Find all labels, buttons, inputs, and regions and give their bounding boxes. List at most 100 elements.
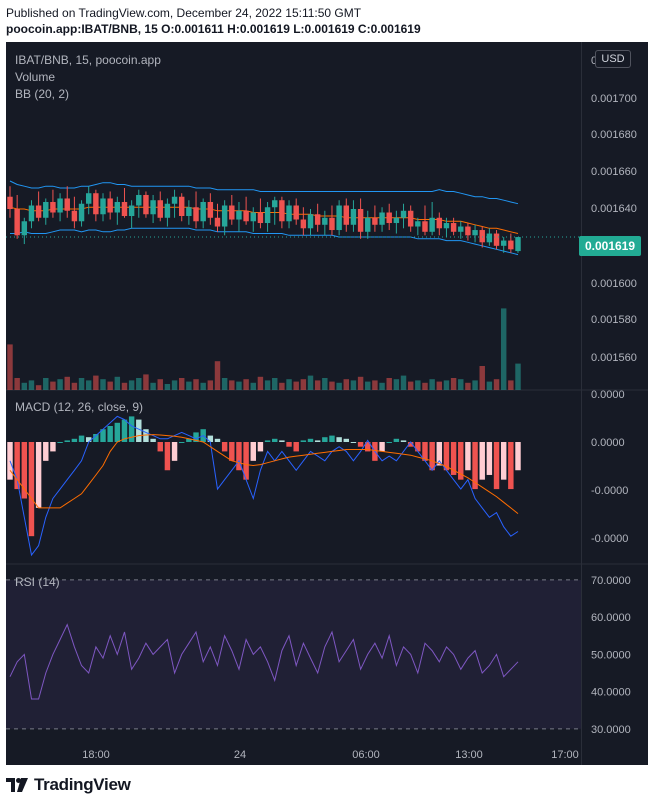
macd-histogram-bar <box>493 442 500 490</box>
candle-body <box>236 210 242 220</box>
candle-body <box>93 193 99 215</box>
macd-histogram-bar <box>279 440 285 442</box>
volume-legend[interactable]: Volume <box>15 70 55 84</box>
macd-tick-label: 0.0000 <box>591 437 625 449</box>
rsi-tick-label: 50.0000 <box>591 649 631 661</box>
candle-body <box>486 233 493 243</box>
candle-body <box>229 205 235 220</box>
candle-body <box>50 201 56 213</box>
candle-body <box>458 226 464 232</box>
candle-body <box>57 198 63 213</box>
candle-body <box>500 240 507 246</box>
candle-body <box>71 210 78 222</box>
volume-bar <box>307 375 314 390</box>
currency-button[interactable]: USD <box>595 50 631 68</box>
candle-body <box>214 217 221 227</box>
volume-bar <box>221 378 228 390</box>
volume-bar <box>508 380 514 390</box>
candle-body <box>515 237 521 252</box>
volume-bar <box>343 379 350 390</box>
candle-body <box>436 217 443 229</box>
candle-body <box>85 193 92 204</box>
macd-tick-label: -0.0000 <box>591 485 628 497</box>
tradingview-logo-text[interactable]: TradingView <box>34 775 131 795</box>
candle-body <box>114 201 121 213</box>
macd-histogram-bar <box>57 442 63 443</box>
volume-bar <box>171 380 178 390</box>
macd-histogram-bar <box>136 419 142 442</box>
volume-bar <box>264 380 271 390</box>
candle-body <box>14 209 20 236</box>
volume-bar <box>107 381 113 390</box>
bb-legend[interactable]: BB (20, 2) <box>15 87 69 101</box>
candle-body <box>314 214 321 225</box>
macd-histogram-bar <box>350 442 357 443</box>
macd-histogram-bar <box>221 442 228 452</box>
volume-bar <box>85 380 92 390</box>
macd-histogram-bar <box>21 442 28 499</box>
volume-bar <box>479 366 485 390</box>
price-tick-label: 0.001560 <box>591 352 637 364</box>
volume-bar <box>329 381 335 390</box>
volume-bar <box>450 378 457 390</box>
candle-body <box>407 210 414 227</box>
macd-histogram-bar <box>357 442 364 447</box>
candle-body <box>64 198 70 211</box>
volume-bar <box>78 378 85 390</box>
footer: TradingView <box>6 770 131 800</box>
volume-bar <box>128 380 135 390</box>
volume-bar <box>35 385 42 390</box>
price-tick-label: 0.001600 <box>591 278 637 290</box>
candle-body <box>329 217 335 231</box>
candle-body <box>386 212 392 224</box>
price-tick-label: 0.001660 <box>591 166 637 178</box>
volume-bar <box>7 344 13 390</box>
volume-bar <box>286 379 292 390</box>
candle-body <box>200 201 206 222</box>
volume-bar <box>300 379 307 390</box>
candle-body <box>7 196 13 209</box>
macd-histogram-bar <box>515 442 521 471</box>
volume-bar <box>243 379 249 390</box>
macd-histogram-bar <box>107 426 113 442</box>
symbol-legend[interactable]: IBAT/BNB, 15, poocoin.app <box>15 53 161 67</box>
volume-bar <box>164 384 171 390</box>
macd-legend[interactable]: MACD (12, 26, close, 9) <box>15 400 143 414</box>
volume-bar <box>372 380 378 390</box>
macd-histogram-bar <box>386 442 392 443</box>
volume-bar <box>193 379 199 390</box>
candle-body <box>193 207 199 222</box>
volume-bar <box>458 379 464 390</box>
macd-histogram-bar <box>207 435 214 442</box>
candle-body <box>300 219 307 229</box>
candle-body <box>164 203 171 218</box>
candle-body <box>400 210 407 218</box>
time-tick-label: 18:00 <box>82 749 110 761</box>
volume-bar <box>229 380 235 390</box>
macd-histogram-bar <box>486 442 493 475</box>
volume-bar <box>71 382 78 390</box>
candle-body <box>322 217 328 225</box>
volume-bar <box>150 382 156 390</box>
volume-bar <box>393 379 400 390</box>
volume-bar <box>322 378 328 390</box>
candle-body <box>43 201 49 218</box>
candle-body <box>21 221 28 236</box>
volume-bar <box>379 382 385 390</box>
macd-histogram-bar <box>508 442 514 490</box>
candle-body <box>357 209 364 232</box>
candle-body <box>379 212 385 225</box>
volume-bar <box>57 379 63 390</box>
volume-bar <box>21 382 28 390</box>
macd-histogram-bar <box>264 440 271 442</box>
volume-bar <box>64 376 70 390</box>
macd-histogram-bar <box>214 438 221 442</box>
candle-body <box>393 217 400 224</box>
volume-bar <box>365 381 371 390</box>
rsi-legend[interactable]: RSI (14) <box>15 575 60 589</box>
macd-histogram-bar <box>114 422 121 442</box>
tradingview-logo-icon <box>6 778 28 792</box>
time-tick-label: 24 <box>234 749 246 761</box>
volume-bar <box>386 378 392 390</box>
candle-body <box>443 223 450 229</box>
